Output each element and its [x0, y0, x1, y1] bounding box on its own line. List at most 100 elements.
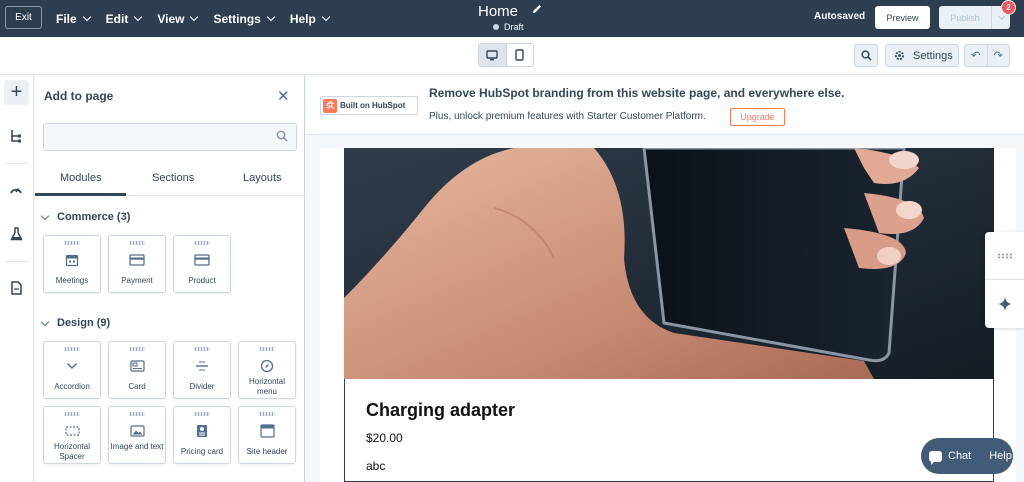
help-label[interactable]: Help: [989, 450, 1012, 462]
product-details[interactable]: Charging adapter $20.00 abc: [344, 379, 994, 482]
search-button[interactable]: [854, 44, 878, 67]
status-dot-icon: [493, 24, 499, 30]
module-tile-horizontal-menu[interactable]: Horizontal menu: [238, 341, 296, 399]
undo-icon: ↶: [971, 50, 981, 62]
menu-edit[interactable]: Edit: [105, 11, 143, 26]
desktop-icon: [486, 49, 498, 60]
module-search-input[interactable]: [44, 124, 264, 150]
active-tab-indicator: [35, 193, 126, 196]
banner-title: Remove HubSpot branding from this websit…: [429, 86, 845, 100]
publish-options-toggle[interactable]: [992, 12, 1010, 20]
module-tile-pricing-card[interactable]: Pricing card: [173, 406, 231, 464]
editor-canvas: ﬆ Built on HubSpot Remove HubSpot brandi…: [306, 75, 1024, 482]
page-settings-button[interactable]: [8, 280, 24, 296]
menu-settings[interactable]: Settings: [213, 11, 276, 26]
header-icon: [239, 421, 295, 441]
section-heading: Design (9): [57, 317, 111, 329]
module-tile-card[interactable]: Card: [108, 341, 166, 399]
pricing-card-icon: [174, 421, 230, 441]
chevron-down-icon: [40, 211, 50, 220]
editor-toolbar: Settings ↶ ↷: [0, 37, 1024, 75]
page-structure-button[interactable]: [8, 128, 24, 144]
test-button[interactable]: [8, 226, 24, 242]
undo-button[interactable]: ↶: [965, 45, 988, 66]
menu-help[interactable]: Help: [290, 12, 331, 26]
product-image[interactable]: [344, 148, 994, 379]
module-tile-site-header[interactable]: Site header: [238, 406, 296, 464]
document-icon: [10, 281, 22, 295]
module-tile-accordion[interactable]: Accordion: [43, 341, 101, 399]
section-toggle-design[interactable]: Design (9): [40, 317, 111, 329]
chevron-down-icon: [321, 12, 331, 21]
hubspot-logo-icon: ﬆ: [323, 98, 337, 113]
menu-bar: File Edit View Settings Help: [56, 0, 345, 37]
module-tile-divider[interactable]: Divider: [173, 341, 231, 399]
status-indicator: Draft: [493, 22, 524, 32]
tab-modules[interactable]: Modules: [60, 172, 102, 184]
drag-handle-icon: [129, 347, 145, 351]
upgrade-button[interactable]: Upgrade: [730, 108, 785, 126]
left-rail: +: [0, 75, 34, 482]
chat-widget[interactable]: Chat Help: [921, 438, 1013, 474]
optimize-button[interactable]: [8, 181, 24, 197]
status-label: Draft: [504, 22, 524, 32]
panel-tabs: Modules Sections Layouts: [35, 166, 305, 196]
section-toggle-commerce[interactable]: Commerce (3): [40, 211, 130, 223]
plus-icon: +: [10, 81, 23, 103]
drag-handle-icon: [129, 241, 145, 245]
module-tile-product[interactable]: Product: [173, 235, 231, 293]
module-label: Meetings: [55, 276, 89, 285]
module-label: Pricing card: [180, 447, 224, 456]
desktop-view-button[interactable]: [479, 44, 507, 66]
chevron-down-icon: [266, 12, 276, 21]
tab-sections[interactable]: Sections: [152, 172, 194, 184]
module-tile-horizontal-spacer[interactable]: Horizontal Spacer: [43, 406, 101, 464]
drag-handle-icon: [259, 347, 275, 351]
drag-handle-button[interactable]: [985, 232, 1024, 280]
module-tile-payment[interactable]: Payment: [108, 235, 166, 293]
drag-handle-icon: [194, 347, 210, 351]
preview-button[interactable]: Preview: [875, 6, 930, 29]
payment-card-icon: [109, 250, 165, 270]
module-search-field: [43, 123, 297, 151]
search-icon: [276, 130, 288, 142]
settings-label: Settings: [913, 49, 953, 62]
pencil-icon[interactable]: [531, 3, 543, 18]
module-tile-image-and-text[interactable]: Image and text: [108, 406, 166, 464]
redo-button[interactable]: ↷: [988, 45, 1010, 66]
menu-view-label: View: [157, 11, 185, 26]
module-tile-meetings[interactable]: Meetings: [43, 235, 101, 293]
redo-icon: ↷: [993, 50, 1003, 62]
product-price: $20.00: [366, 431, 403, 445]
add-button[interactable]: +: [4, 80, 29, 105]
drag-handle-icon: [64, 412, 80, 416]
mobile-view-button[interactable]: [507, 44, 534, 66]
grip-icon: [997, 253, 1012, 258]
module-label: Horizontal Spacer: [53, 442, 90, 461]
branding-banner: ﬆ Built on HubSpot Remove HubSpot brandi…: [306, 75, 1024, 135]
menu-view[interactable]: View: [157, 11, 199, 26]
chat-icon: [929, 450, 942, 465]
page-title: Home: [478, 3, 519, 20]
divider-icon: [174, 356, 230, 376]
exit-button[interactable]: Exit: [5, 6, 42, 29]
product-name: Charging adapter: [366, 400, 516, 420]
module-label: Horizontal menu: [248, 377, 285, 396]
menu-settings-label: Settings: [213, 11, 261, 26]
settings-button[interactable]: Settings: [885, 44, 959, 67]
module-label: Site header: [246, 447, 288, 456]
menu-file[interactable]: File: [56, 12, 91, 26]
ai-assistant-button[interactable]: [985, 280, 1024, 328]
drag-handle-icon: [194, 241, 210, 245]
menu-edit-label: Edit: [105, 11, 129, 26]
drag-handle-icon: [64, 347, 80, 351]
tab-layouts[interactable]: Layouts: [243, 172, 282, 184]
add-to-page-panel: Add to page ✕ Modules Sections Layouts C…: [35, 75, 305, 482]
tree-icon: [11, 130, 21, 143]
close-icon[interactable]: ✕: [277, 87, 290, 105]
spacer-icon: [44, 421, 100, 441]
publish-button[interactable]: Publish: [939, 6, 1010, 29]
module-label: Payment: [121, 276, 153, 285]
mobile-icon: [515, 49, 524, 61]
module-label: Accordion: [54, 382, 90, 391]
